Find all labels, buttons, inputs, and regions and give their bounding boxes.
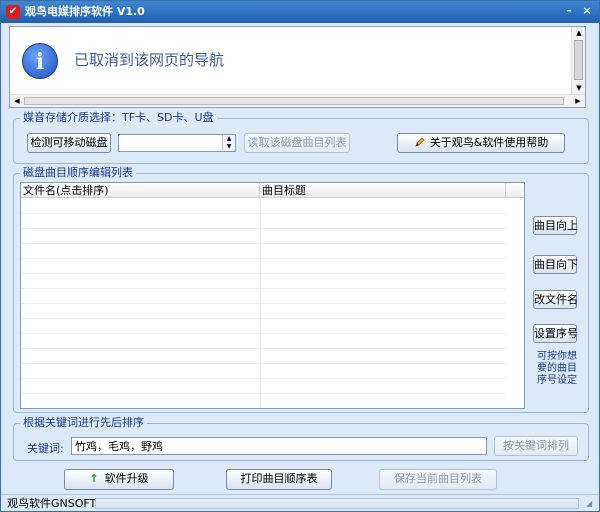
vertical-scroll-thumb[interactable] (574, 40, 583, 80)
resize-grip-icon[interactable]: ◢ (586, 498, 597, 509)
scroll-right-arrow-icon[interactable]: ▶ (572, 95, 584, 107)
drive-spin-icon[interactable]: ▲ ▼ (222, 135, 235, 151)
embedded-browser: i 已取消到该网页的导航 ▲ ▼ ◀ ▶ (9, 26, 586, 108)
column-divider (260, 259, 261, 274)
column-divider (260, 274, 261, 289)
table-row[interactable] (21, 334, 506, 349)
column-divider (260, 229, 261, 244)
horizontal-scrollbar[interactable]: ◀ ▶ (10, 94, 585, 107)
scroll-down-arrow-icon[interactable]: ▼ (573, 82, 585, 94)
scroll-left-arrow-icon[interactable]: ◀ (11, 95, 23, 107)
move-track-up-button[interactable]: 曲目向上 (533, 216, 578, 235)
read-disk-list-button[interactable]: 读取该磁盘曲目列表 (244, 133, 350, 153)
keyword-label: 关键词: (27, 442, 64, 455)
arrow-up-icon: ↑ (89, 472, 99, 485)
column-divider (260, 379, 261, 394)
column-header-track-title[interactable]: 曲目标题 (260, 183, 506, 198)
column-divider (260, 394, 261, 408)
about-help-label: 关于观鸟&软件使用帮助 (429, 136, 549, 149)
status-panel (95, 498, 579, 509)
column-divider (260, 349, 261, 364)
column-divider (260, 364, 261, 379)
close-button[interactable]: × (579, 4, 595, 19)
about-help-button[interactable]: 关于观鸟&软件使用帮助 (397, 133, 565, 153)
table-row[interactable] (21, 229, 506, 244)
keyword-input[interactable] (71, 437, 487, 455)
pencil-icon (415, 137, 425, 147)
table-row[interactable] (21, 379, 506, 394)
track-list-group-label: 磁盘曲目顺序编辑列表 (20, 166, 136, 180)
set-sequence-button[interactable]: 设置序号 (533, 324, 578, 343)
status-bar: 观鸟软件GNSOFT ◢ (1, 494, 599, 511)
table-row[interactable] (21, 199, 506, 214)
main-window: ✔ 观鸟电媒排序软件 V1.0 – × i 已取消到该网页的导航 ▲ ▼ ◀ ▶… (0, 0, 600, 512)
table-row[interactable] (21, 289, 506, 304)
software-upgrade-button[interactable]: ↑ 软件升级 (64, 469, 174, 490)
table-row[interactable] (21, 244, 506, 259)
track-list-table[interactable]: 文件名(点击排序) 曲目标题 (20, 182, 525, 409)
save-track-list-button[interactable]: 保存当前曲目列表 (379, 469, 497, 490)
horizontal-scroll-thumb[interactable] (24, 97, 564, 105)
column-divider (260, 244, 261, 259)
table-row[interactable] (21, 304, 506, 319)
table-row[interactable] (21, 349, 506, 364)
status-text: 观鸟软件GNSOFT (7, 497, 97, 510)
table-row[interactable] (21, 394, 506, 408)
window-title: 观鸟电媒排序软件 V1.0 (25, 5, 145, 18)
navigation-canceled-message: 已取消到该网页的导航 (74, 51, 225, 69)
column-header-filename[interactable]: 文件名(点击排序) (21, 183, 260, 198)
keyword-group-label: 根据关键词进行先后排序 (20, 416, 147, 430)
detect-removable-disk-button[interactable]: 检测可移动磁盘 (27, 133, 111, 153)
column-divider (260, 214, 261, 229)
column-divider (260, 289, 261, 304)
rename-file-button[interactable]: 改文件名 (533, 290, 578, 309)
table-header: 文件名(点击排序) 曲目标题 (21, 183, 524, 198)
table-row[interactable] (21, 274, 506, 289)
software-upgrade-label: 软件升级 (104, 472, 149, 485)
info-icon: i (22, 43, 58, 79)
drive-select[interactable]: ▲ ▼ (118, 134, 236, 152)
column-divider (260, 199, 261, 214)
sequence-hint-text: 可按你想要的曲目序号设定 (537, 351, 577, 386)
move-track-down-button[interactable]: 曲目向下 (533, 255, 578, 274)
scroll-up-arrow-icon[interactable]: ▲ (573, 27, 585, 39)
column-divider (260, 319, 261, 334)
media-group-label: 媒音存储介质选择：TF卡、SD卡、U盘 (20, 111, 217, 125)
sort-by-keyword-button[interactable]: 按关键词排列 (494, 436, 578, 456)
column-divider (260, 304, 261, 319)
table-row[interactable] (21, 319, 506, 334)
table-row[interactable] (21, 259, 506, 274)
title-bar[interactable]: ✔ 观鸟电媒排序软件 V1.0 – × (1, 1, 599, 23)
vertical-scrollbar[interactable]: ▲ ▼ (571, 27, 585, 95)
minimize-button[interactable]: – (561, 4, 577, 19)
table-row[interactable] (21, 364, 506, 379)
column-divider (260, 334, 261, 349)
check-logo-icon: ✔ (6, 5, 20, 19)
print-track-order-button[interactable]: 打印曲目顺序表 (226, 469, 332, 490)
table-row[interactable] (21, 214, 506, 229)
